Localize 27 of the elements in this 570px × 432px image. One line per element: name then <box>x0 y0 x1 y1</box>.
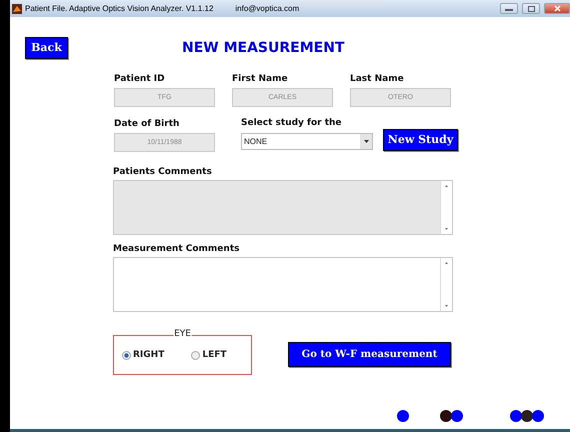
maximize-icon <box>528 6 534 12</box>
caret-icon <box>364 140 368 143</box>
field-label: Measurement Comments <box>113 245 240 254</box>
app-icon <box>12 4 22 14</box>
study-dropdown[interactable]: NONE <box>241 133 373 150</box>
field-label: Last Name <box>350 75 405 84</box>
measurement-button[interactable]: Go to W-F measurement <box>288 342 451 367</box>
back-button[interactable]: Back <box>25 37 68 59</box>
radio-option[interactable]: LEFT <box>191 349 227 362</box>
window-email: info@voptica.com <box>235 2 300 14</box>
close-icon <box>554 5 560 12</box>
scroll-up-icon[interactable] <box>445 262 448 264</box>
page-title: NEW MEASUREMENT <box>182 38 344 58</box>
maximize-button[interactable] <box>522 3 540 14</box>
radio-option[interactable]: RIGHT <box>122 349 164 362</box>
window-title: Patient File. Adaptive Optics Vision Analyzer. V1.1.12 <box>25 2 214 14</box>
minimize-icon <box>505 6 513 10</box>
close-button[interactable] <box>544 3 570 14</box>
field-label: Select study for the <box>241 119 343 128</box>
field-label: Patients Comments <box>113 168 213 177</box>
field-label: Patient ID <box>114 75 166 84</box>
scroll-down-icon[interactable] <box>445 305 448 307</box>
field-label: First Name <box>232 75 289 84</box>
field-label: Date of Birth <box>114 120 180 129</box>
new-study-button[interactable]: New Study <box>383 129 458 151</box>
minimize-button[interactable] <box>500 3 518 14</box>
comments-field[interactable] <box>113 257 453 312</box>
